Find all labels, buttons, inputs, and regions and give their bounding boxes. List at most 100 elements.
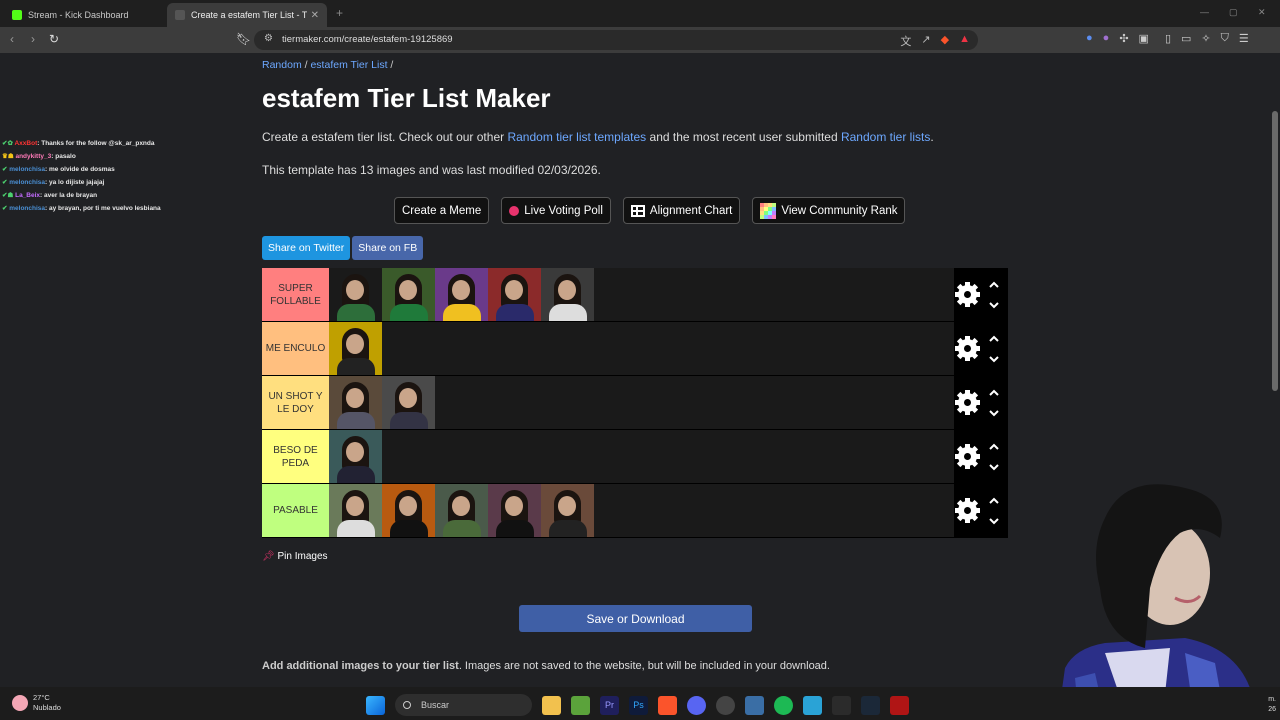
move-up-icon[interactable] <box>988 278 1000 290</box>
tier-image[interactable] <box>382 268 435 321</box>
extension-icon[interactable]: ▣ <box>1139 32 1149 45</box>
file-explorer-icon[interactable] <box>542 695 561 715</box>
discord-icon[interactable] <box>687 695 706 715</box>
sidebar-icon[interactable]: ▯ <box>1165 32 1171 45</box>
tier-image[interactable] <box>382 484 435 537</box>
share-fb-button[interactable]: Share on FB <box>352 236 424 260</box>
tier-label[interactable]: UN SHOT Y LE DOY <box>262 376 329 429</box>
tier-image[interactable] <box>488 268 541 321</box>
photoshop-icon[interactable]: Ps <box>629 695 648 715</box>
brave-rewards-icon[interactable]: ▲ <box>959 33 970 49</box>
move-up-icon[interactable] <box>988 386 1000 398</box>
maximize-icon[interactable]: ▢ <box>1229 7 1238 18</box>
bookmark-icon[interactable]: 🔖︎ <box>236 32 251 46</box>
vpn-icon[interactable]: ⛉ <box>1221 32 1229 45</box>
extension-icon[interactable]: ● <box>1103 32 1110 45</box>
tier-label[interactable]: PASABLE <box>262 484 329 537</box>
tier-image[interactable] <box>329 322 382 375</box>
browser-tabbar: Stream - Kick Dashboard Create a estafem… <box>0 0 1280 27</box>
new-tab-icon[interactable]: + <box>336 6 343 20</box>
pin-images-toggle[interactable]: 📌︎ Pin Images <box>262 551 328 562</box>
breadcrumb-list[interactable]: estafem Tier List <box>310 59 387 71</box>
clock[interactable]: m. 26 <box>1268 695 1276 715</box>
minimize-icon[interactable]: — <box>1200 7 1209 17</box>
kick-favicon-icon <box>12 10 22 20</box>
tier-image[interactable] <box>541 484 594 537</box>
spotify-icon[interactable] <box>774 695 793 715</box>
scrollbar[interactable] <box>1272 111 1278 391</box>
gear-icon[interactable] <box>955 282 980 307</box>
tier-image[interactable] <box>382 376 435 429</box>
tier-image[interactable] <box>435 268 488 321</box>
tier-items[interactable] <box>329 376 954 429</box>
vegas-icon[interactable] <box>745 695 764 715</box>
leo-ai-icon[interactable]: ✧ <box>1201 32 1210 45</box>
gear-icon[interactable] <box>955 498 980 523</box>
move-up-icon[interactable] <box>988 332 1000 344</box>
create-meme-button[interactable]: Create a Meme <box>394 197 490 224</box>
steam-icon[interactable] <box>861 695 880 715</box>
live-voting-poll-button[interactable]: Live Voting Poll <box>501 197 611 224</box>
windows-start-icon[interactable] <box>366 695 385 715</box>
gear-icon[interactable] <box>955 444 980 469</box>
close-tab-icon[interactable]: ✕ <box>311 10 319 21</box>
extensions-puzzle-icon[interactable]: ✣ <box>1119 32 1128 45</box>
tier-controls <box>954 268 1008 321</box>
tab-tiermaker[interactable]: Create a estafem Tier List - TierMaker ✕ <box>167 3 327 27</box>
pin-icon: 📌︎ <box>262 551 275 562</box>
tier-label[interactable]: BESO DE PEDA <box>262 430 329 483</box>
tier-image[interactable] <box>329 268 382 321</box>
gear-icon[interactable] <box>955 390 980 415</box>
move-down-icon[interactable] <box>988 460 1000 472</box>
tier-image[interactable] <box>435 484 488 537</box>
tier-image[interactable] <box>329 430 382 483</box>
close-window-icon[interactable]: ✕ <box>1258 7 1266 18</box>
back-icon[interactable]: ‹ <box>10 32 14 46</box>
tier-image[interactable] <box>488 484 541 537</box>
obs-icon[interactable] <box>716 695 735 715</box>
minecraft-icon[interactable] <box>571 695 590 715</box>
tier-items[interactable] <box>329 484 954 537</box>
premiere-icon[interactable]: Pr <box>600 695 619 715</box>
gear-icon[interactable] <box>955 336 980 361</box>
menu-icon[interactable]: ☰ <box>1239 32 1249 45</box>
breadcrumb-random[interactable]: Random <box>262 59 302 71</box>
app-icon[interactable] <box>803 695 822 715</box>
tier-items[interactable] <box>329 430 954 483</box>
reload-icon[interactable]: ↻ <box>49 32 59 46</box>
forward-icon[interactable]: › <box>31 32 35 46</box>
wallet-icon[interactable]: ▭ <box>1181 32 1191 45</box>
random-tier-lists-link[interactable]: Random tier lists <box>841 130 930 144</box>
weather-widget[interactable]: 27°C Nublado <box>12 693 61 713</box>
alignment-chart-button[interactable]: Alignment Chart <box>622 197 741 224</box>
taskbar-search[interactable]: Buscar <box>395 694 532 716</box>
move-up-icon[interactable] <box>988 440 1000 452</box>
brave-shield-icon[interactable]: ◆ <box>941 33 949 49</box>
move-down-icon[interactable] <box>988 406 1000 418</box>
tier-image[interactable] <box>329 484 382 537</box>
tier-items[interactable] <box>329 322 954 375</box>
move-down-icon[interactable] <box>988 352 1000 364</box>
share-icon[interactable]: ↗ <box>921 33 930 49</box>
color-grid-icon <box>760 202 777 219</box>
share-twitter-button[interactable]: Share on Twitter <box>262 236 351 260</box>
address-bar[interactable]: ⚙ tiermaker.com/create/estafem-19125869 … <box>254 30 978 50</box>
tab-kick-dashboard[interactable]: Stream - Kick Dashboard <box>4 3 164 27</box>
tier-label[interactable]: SUPER FOLLABLE <box>262 268 329 321</box>
tier-image[interactable] <box>541 268 594 321</box>
site-info-icon[interactable]: ⚙ <box>264 33 273 44</box>
random-templates-link[interactable]: Random tier list templates <box>507 130 646 144</box>
community-rank-button[interactable]: View Community Rank <box>752 197 906 224</box>
app-icon[interactable] <box>890 695 909 715</box>
extension-icon[interactable]: ● <box>1086 32 1093 45</box>
app-icon[interactable] <box>832 695 851 715</box>
move-down-icon[interactable] <box>988 298 1000 310</box>
url-text: tiermaker.com/create/estafem-19125869 <box>282 34 453 45</box>
translate-icon[interactable]: 文 <box>900 33 911 49</box>
search-icon <box>403 701 411 709</box>
tier-image[interactable] <box>329 376 382 429</box>
brave-browser-icon[interactable] <box>658 695 677 715</box>
save-download-button[interactable]: Save or Download <box>519 605 752 632</box>
tier-items[interactable] <box>329 268 954 321</box>
tier-label[interactable]: ME ENCULO <box>262 322 329 375</box>
